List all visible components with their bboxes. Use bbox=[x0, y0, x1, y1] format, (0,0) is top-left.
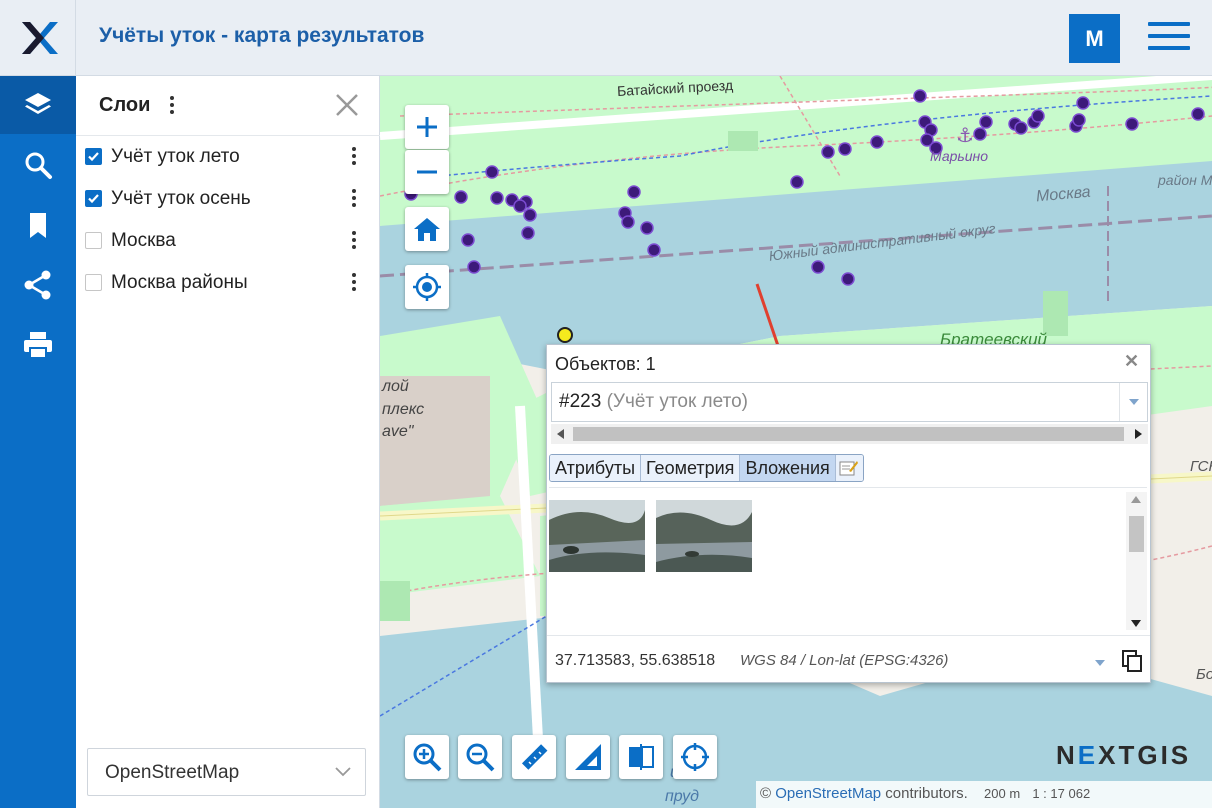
copy-icon[interactable] bbox=[1121, 649, 1143, 678]
search-icon[interactable] bbox=[0, 136, 76, 194]
layer-menu-icon[interactable] bbox=[351, 147, 357, 165]
horizontal-scrollbar[interactable] bbox=[551, 424, 1148, 444]
tab-attachments[interactable]: Вложения bbox=[740, 455, 836, 481]
chevron-down-icon bbox=[334, 765, 352, 783]
layer-item[interactable]: Москва районы bbox=[76, 262, 380, 304]
map-label-gsk: ГСК bbox=[1190, 458, 1212, 475]
layer-label: Москва районы bbox=[111, 272, 248, 293]
map-label-raion: район М bbox=[1158, 172, 1212, 188]
map-label-pond: пруд bbox=[665, 788, 700, 805]
zoom-in-box-tool[interactable] bbox=[405, 735, 449, 779]
nextgis-brand-logo: NEXTGIS bbox=[1056, 740, 1192, 770]
vertical-scrollbar[interactable] bbox=[1126, 492, 1147, 630]
svg-text:⚓: ⚓ bbox=[956, 123, 974, 147]
layer-label: Учёт уток осень bbox=[111, 188, 251, 209]
map-attribution: © OpenStreetMap contributors. 200 m 1 : … bbox=[756, 781, 1212, 808]
layers-panel-title: Слои bbox=[99, 94, 151, 116]
zoom-out-box-tool[interactable] bbox=[458, 735, 502, 779]
feature-select[interactable]: #223 (Учёт уток лето) bbox=[551, 382, 1148, 422]
scale-bar-label: 200 m bbox=[984, 786, 1021, 801]
sidebar-rail bbox=[0, 76, 76, 808]
measure-distance-tool[interactable] bbox=[512, 735, 556, 779]
copyright-symbol: © bbox=[760, 785, 772, 802]
layer-item[interactable]: Учёт уток лето bbox=[76, 136, 380, 178]
app-header: Учёты уток - карта результатов M bbox=[0, 0, 1212, 76]
map-label-edge: Бо bbox=[1196, 666, 1212, 683]
basemap-value: OpenStreetMap bbox=[105, 762, 240, 783]
scroll-left-icon bbox=[557, 429, 564, 439]
popup-title: Объектов: 1 bbox=[555, 354, 656, 374]
hamburger-menu-button[interactable] bbox=[1148, 22, 1190, 54]
layer-menu-icon[interactable] bbox=[351, 189, 357, 207]
print-icon[interactable] bbox=[0, 316, 76, 374]
identify-popup: Объектов: 1 ✕ #223 (Учёт уток лето) Атри… bbox=[546, 344, 1151, 683]
app-title: Учёты уток - карта результатов bbox=[99, 24, 425, 47]
layer-menu-icon[interactable] bbox=[351, 273, 357, 291]
layer-checkbox[interactable] bbox=[85, 148, 102, 165]
map-label-complex: лой bbox=[382, 378, 409, 395]
layers-panel-header: Слои bbox=[76, 76, 380, 136]
popup-tabs: Атрибуты Геометрия Вложения bbox=[549, 454, 864, 482]
swipe-compare-tool[interactable] bbox=[619, 735, 663, 779]
chevron-down-icon[interactable] bbox=[1094, 654, 1106, 672]
map-label-district: Марьино bbox=[930, 148, 989, 164]
layer-item[interactable]: Москва bbox=[76, 220, 380, 262]
attachment-thumbnail[interactable] bbox=[549, 500, 645, 572]
home-icon[interactable] bbox=[405, 207, 449, 251]
layers-panel: Слои Учёт уток лето Учёт уток осень Моск… bbox=[76, 76, 380, 808]
close-icon[interactable]: ✕ bbox=[1124, 351, 1139, 372]
scale-ratio: 1 : 17 062 bbox=[1032, 786, 1091, 801]
zoom-out-button[interactable] bbox=[405, 150, 449, 194]
osm-link[interactable]: OpenStreetMap bbox=[775, 785, 881, 802]
layers-icon[interactable] bbox=[0, 76, 76, 134]
layer-item[interactable]: Учёт уток осень bbox=[76, 178, 380, 220]
layer-menu-icon[interactable] bbox=[351, 231, 357, 249]
map-label-complex: ave" bbox=[382, 423, 414, 440]
tab-geometry[interactable]: Геометрия bbox=[641, 455, 741, 481]
layer-checkbox[interactable] bbox=[85, 274, 102, 291]
scroll-right-icon bbox=[1135, 429, 1142, 439]
map-label-complex: плекс bbox=[382, 401, 425, 418]
crs-name: WGS 84 / Lon-lat (EPSG:4326) bbox=[740, 652, 949, 669]
geolocate-icon[interactable] bbox=[405, 265, 449, 309]
coordinates-value: 37.713583, 55.638518 bbox=[555, 652, 716, 669]
attachment-thumbnail[interactable] bbox=[656, 500, 752, 572]
tab-attributes[interactable]: Атрибуты bbox=[550, 455, 642, 481]
feature-layer-name: (Учёт уток лето) bbox=[606, 391, 748, 412]
edit-feature-icon[interactable] bbox=[835, 455, 863, 481]
coordinates-bar: 37.713583, 55.638518 WGS 84 / Lon-lat (E… bbox=[547, 635, 1150, 682]
layer-label: Москва bbox=[111, 230, 176, 251]
layer-label: Учёт уток лето bbox=[111, 146, 240, 167]
nextgis-logo[interactable] bbox=[0, 0, 76, 76]
layer-checkbox[interactable] bbox=[85, 232, 102, 249]
attribution-suffix: contributors. bbox=[881, 785, 968, 802]
feature-id: #223 bbox=[559, 391, 602, 412]
share-icon[interactable] bbox=[0, 256, 76, 314]
user-avatar-button[interactable]: M bbox=[1069, 14, 1120, 63]
basemap-select[interactable]: OpenStreetMap bbox=[87, 748, 366, 796]
feature-select-value: #223 (Учёт уток лето) bbox=[559, 391, 748, 413]
layer-checkbox[interactable] bbox=[85, 190, 102, 207]
panel-menu-icon[interactable] bbox=[168, 96, 176, 116]
chevron-down-icon[interactable] bbox=[1119, 383, 1148, 421]
bookmark-icon[interactable] bbox=[0, 196, 76, 254]
identify-tool[interactable] bbox=[673, 735, 717, 779]
close-icon[interactable] bbox=[334, 92, 360, 118]
measure-area-tool[interactable] bbox=[566, 735, 610, 779]
zoom-in-button[interactable] bbox=[405, 105, 449, 149]
attachments-gallery bbox=[549, 487, 1147, 634]
